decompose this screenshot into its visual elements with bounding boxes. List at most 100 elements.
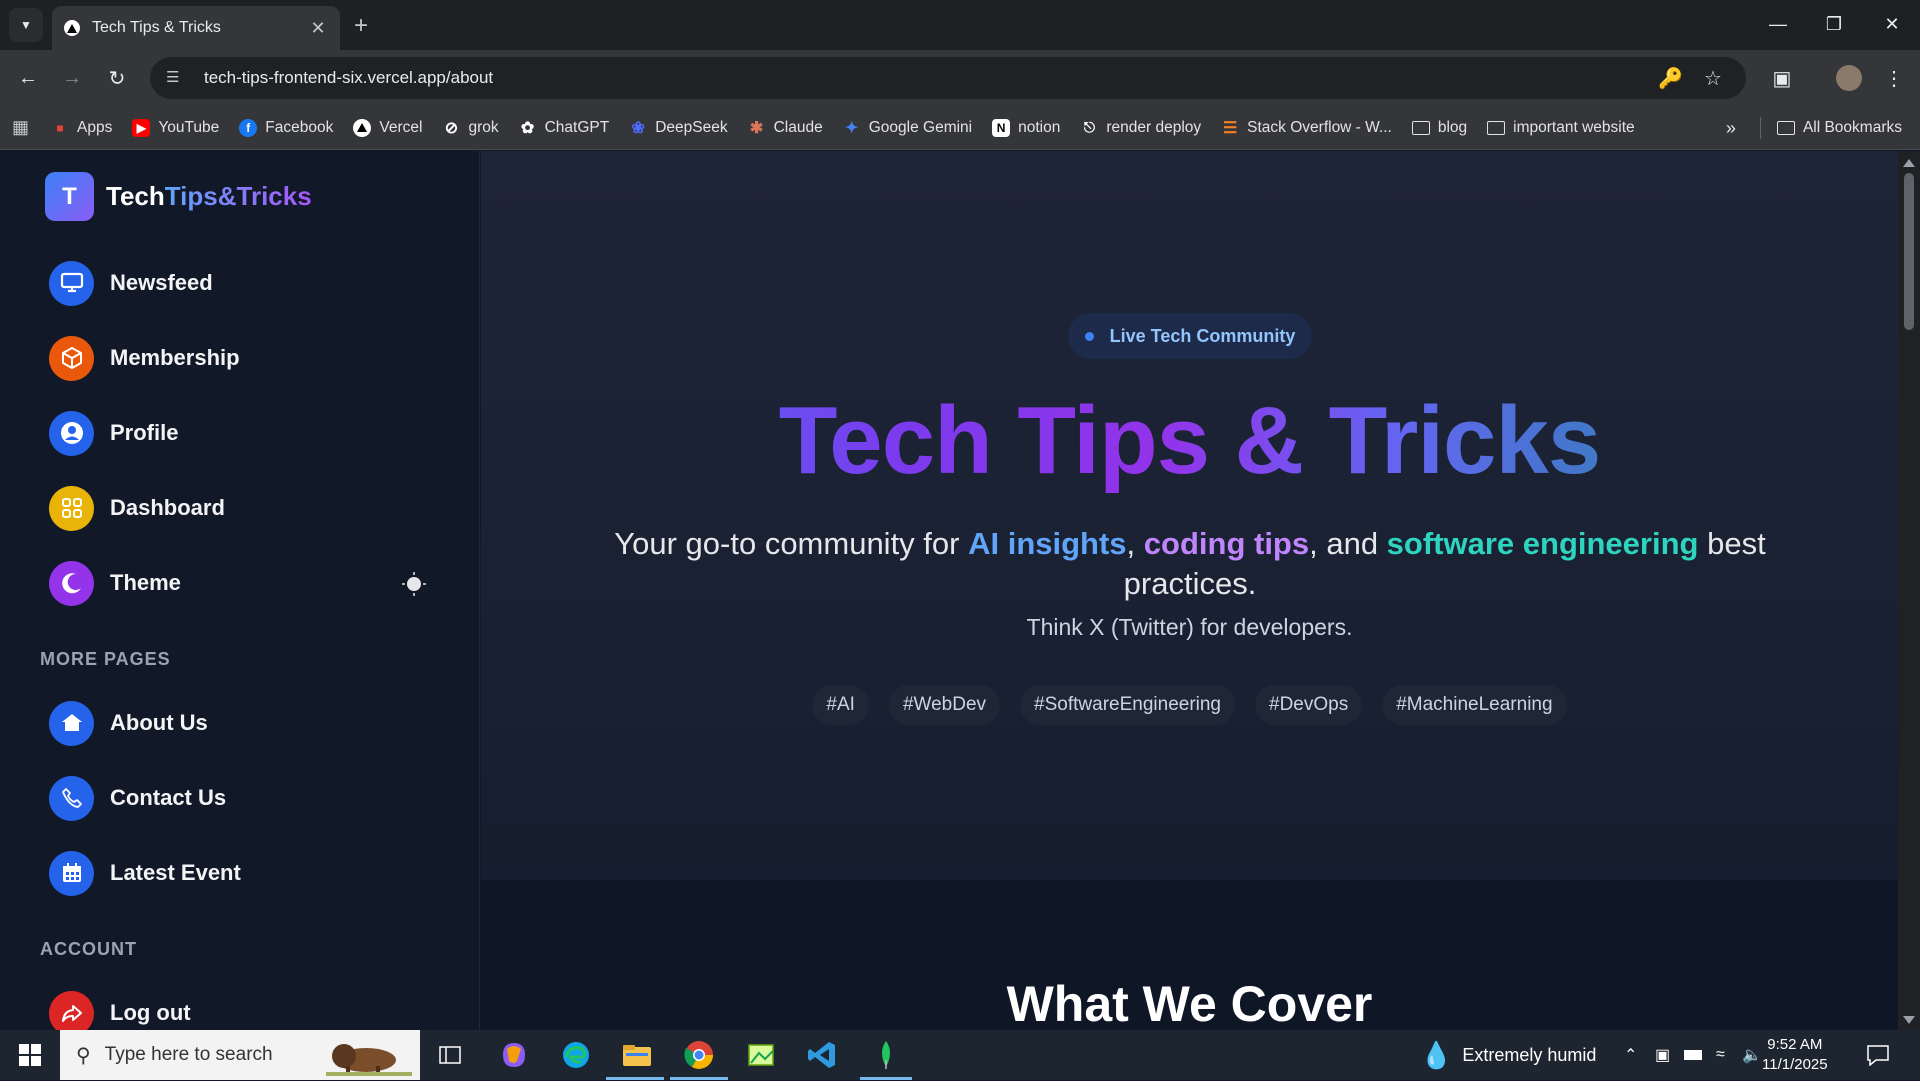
scroll-thumb[interactable] [1904, 173, 1914, 330]
copilot-icon[interactable] [494, 1035, 534, 1075]
image-viewer-icon[interactable] [741, 1035, 781, 1075]
vscode-icon[interactable] [802, 1035, 842, 1075]
bookmark-label: ChatGPT [544, 118, 610, 136]
back-button[interactable]: ← [12, 62, 44, 94]
hashtag-chip[interactable]: #MachineLearning [1382, 685, 1567, 725]
address-bar[interactable]: ☰ tech-tips-frontend-six.vercel.app/abou… [150, 57, 1746, 99]
page-scrollbar[interactable] [1898, 151, 1920, 1030]
sidebar-item-dashboard[interactable]: Dashboard [49, 485, 225, 531]
scroll-up-arrow-icon[interactable] [1903, 159, 1915, 167]
new-tab-button[interactable]: + [354, 12, 368, 40]
apps-grid-icon[interactable]: ▦ [12, 117, 29, 138]
hashtag-chip[interactable]: #WebDev [888, 685, 1001, 725]
meet-now-icon[interactable]: ▣ [1655, 1030, 1670, 1080]
file-explorer-icon[interactable] [617, 1035, 657, 1075]
web-page: T TechTips&Tricks Newsfeed Membership Pr… [0, 151, 1920, 1030]
bookmark-render[interactable]: ⎋ render deploy [1080, 119, 1201, 137]
taskbar-search-box[interactable]: ⚲ Type here to search [60, 1030, 420, 1080]
menu-kebab-icon[interactable]: ⋮ [1878, 62, 1910, 94]
sidebar-item-theme[interactable]: Theme [49, 560, 181, 606]
bookmark-notion[interactable]: Nnotion [992, 118, 1061, 137]
browser-tab-active[interactable]: Tech Tips & Tricks ✕ [52, 6, 340, 50]
profile-avatar[interactable] [1833, 62, 1865, 94]
keyword-ai-insights: AI insights [968, 526, 1127, 561]
password-key-icon[interactable]: 🔑 [1658, 57, 1683, 99]
bookmark-folder-important[interactable]: important website [1487, 118, 1635, 137]
bookmark-folder-blog[interactable]: blog [1411, 119, 1467, 137]
youtube-icon: ▶ [132, 118, 151, 137]
close-tab-icon[interactable]: ✕ [308, 18, 328, 39]
facebook-icon: f [239, 118, 258, 137]
volume-icon[interactable]: 🔈 [1742, 1030, 1762, 1080]
edge-browser-icon[interactable] [556, 1035, 596, 1075]
subtitle-text: Your go-to community for [614, 526, 969, 561]
bookmark-label: notion [1018, 118, 1061, 136]
windows-start-button[interactable] [0, 1030, 60, 1080]
sidebar-item-profile[interactable]: Profile [49, 410, 178, 456]
reload-button[interactable]: ↻ [101, 62, 133, 94]
bookmark-vercel[interactable]: Vercel [353, 118, 422, 137]
bookmark-grok[interactable]: ⊘ grok [442, 119, 499, 137]
calendar-icon [49, 850, 94, 896]
live-dot-icon [1084, 331, 1094, 341]
mongodb-icon[interactable] [866, 1035, 906, 1075]
all-bookmarks-button[interactable]: All Bookmarks [1776, 119, 1902, 137]
bookmark-chatgpt[interactable]: ✿ ChatGPT [519, 118, 610, 137]
bookmark-youtube[interactable]: ▶ YouTube [132, 118, 220, 137]
sidebar-item-log-out[interactable]: Log out [49, 990, 191, 1030]
taskbar-clock[interactable]: 9:52 AM 11/1/2025 [1762, 1035, 1828, 1075]
task-view-icon[interactable] [430, 1035, 470, 1075]
sidebar-item-newsfeed[interactable]: Newsfeed [49, 260, 213, 306]
hashtag-chip[interactable]: #AI [812, 685, 869, 725]
sidebar: T TechTips&Tricks Newsfeed Membership Pr… [0, 151, 480, 1030]
sidebar-item-contact-us[interactable]: Contact Us [49, 775, 226, 821]
section-heading-account: ACCOUNT [40, 939, 137, 959]
sidebar-item-about-us[interactable]: About Us [49, 700, 208, 746]
clock-time: 9:52 AM [1767, 1036, 1823, 1053]
forward-button[interactable]: → [56, 62, 88, 94]
wifi-icon[interactable]: ≈ [1716, 1030, 1725, 1080]
clock-date: 11/1/2025 [1762, 1056, 1828, 1073]
bookmark-label: DeepSeek [655, 118, 728, 136]
extensions-icon[interactable]: ▣ [1766, 62, 1798, 94]
chrome-icon[interactable] [679, 1035, 719, 1075]
hashtag-chip[interactable]: #SoftwareEngineering [1020, 685, 1236, 725]
site-info-icon[interactable]: ☰ [166, 68, 186, 88]
chevron-double-right-icon[interactable]: » [1726, 118, 1736, 139]
logo-text-tips: Tips&Tricks [164, 181, 312, 211]
sidebar-item-membership[interactable]: Membership [49, 335, 240, 381]
bookmark-deepseek[interactable]: ❀ DeepSeek [629, 118, 728, 137]
water-drop-icon: 💧 [1420, 1039, 1453, 1070]
site-logo[interactable]: T TechTips&Tricks [45, 172, 312, 221]
tab-search-button[interactable]: ▼ [9, 8, 43, 42]
tray-chevron-up-icon[interactable]: ⌃ [1624, 1030, 1637, 1080]
bookmark-label: YouTube [158, 118, 220, 136]
notification-center-icon[interactable] [1866, 1030, 1890, 1080]
bookmark-apps[interactable]: ■ Apps [51, 119, 112, 137]
battery-icon[interactable] [1684, 1030, 1702, 1080]
hashtag-chip[interactable]: #DevOps [1255, 685, 1363, 725]
bookmark-star-icon[interactable]: ☆ [1704, 57, 1722, 99]
weather-widget[interactable]: 💧 Extremely humid [1420, 1030, 1596, 1080]
bookmark-label: important website [1513, 118, 1635, 136]
close-window-button[interactable]: ✕ [1864, 6, 1920, 42]
bookmark-label: Apps [77, 118, 113, 136]
minimize-button[interactable]: — [1750, 6, 1806, 42]
sidebar-item-label: Theme [110, 570, 181, 595]
bookmark-stackoverflow[interactable]: ☰ Stack Overflow - W... [1221, 119, 1392, 137]
stackoverflow-icon: ☰ [1222, 119, 1238, 137]
hashtag-list: #AI #WebDev #SoftwareEngineering #DevOps… [481, 685, 1898, 725]
bookmark-gemini[interactable]: ✦ Google Gemini [843, 119, 972, 137]
bookmarks-bar: ▦ ■ Apps ▶ YouTube f Facebook Vercel ⊘ grok … [0, 106, 1920, 150]
bookmark-facebook[interactable]: f Facebook [239, 118, 333, 137]
bookmark-claude[interactable]: ✱ Claude [748, 119, 823, 137]
sidebar-item-latest-event[interactable]: Latest Event [49, 850, 241, 896]
gemini-icon: ✦ [845, 119, 859, 137]
bookmark-label: Stack Overflow - W... [1247, 118, 1392, 136]
subtitle-text: , and [1309, 526, 1387, 561]
restore-button[interactable]: ❐ [1806, 6, 1862, 42]
scroll-down-arrow-icon[interactable] [1903, 1016, 1915, 1024]
sun-toggle-icon[interactable] [401, 571, 427, 597]
divider [1759, 117, 1761, 139]
sidebar-item-label: About Us [110, 710, 208, 735]
